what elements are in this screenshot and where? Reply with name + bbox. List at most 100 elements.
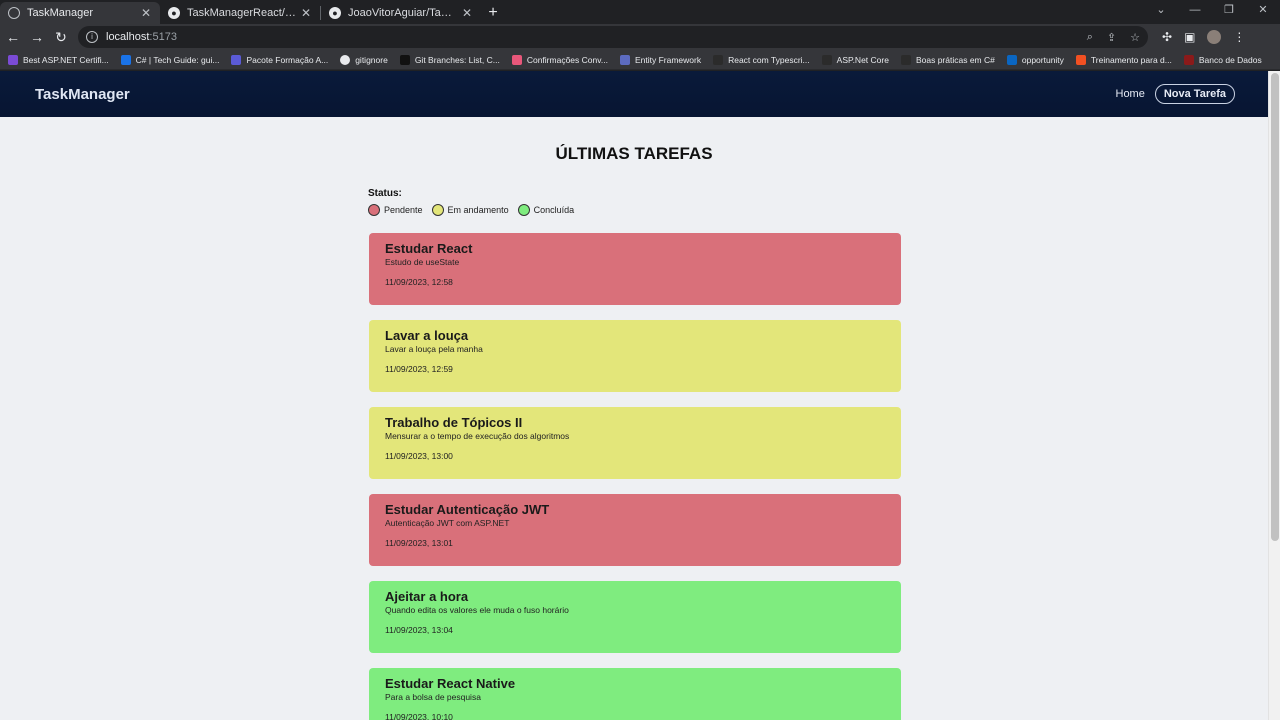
close-icon[interactable]: ✕ (300, 6, 312, 20)
zoom-icon[interactable]: ⌕ (1087, 31, 1093, 44)
bookmark-icon (900, 54, 911, 65)
nav-links: Home Nova Tarefa (1116, 84, 1235, 104)
task-card[interactable]: Estudar React Estudo de useState 11/09/2… (369, 233, 901, 305)
bookmark-icon (8, 54, 18, 65)
bookmark-icon (231, 54, 242, 65)
task-card[interactable]: Estudar React Native Para a bolsa de pes… (369, 668, 901, 720)
nav-home-link[interactable]: Home (1116, 88, 1145, 100)
task-title: Estudar React (385, 241, 473, 256)
url-port: :5173 (149, 31, 177, 43)
task-card[interactable]: Ajeitar a hora Quando edita os valores e… (369, 581, 901, 653)
task-card[interactable]: Lavar a louça Lavar a louça pela manha 1… (369, 320, 901, 392)
close-icon[interactable]: ✕ (461, 6, 473, 20)
task-date: 11/09/2023, 13:00 (385, 451, 453, 461)
back-icon[interactable]: ← (2, 29, 24, 45)
url-host: localhost (106, 31, 150, 43)
close-window-icon[interactable]: ✕ (1246, 0, 1280, 22)
task-date: 11/09/2023, 13:01 (385, 538, 453, 548)
task-date: 11/09/2023, 13:04 (385, 625, 453, 635)
task-description: Estudo de useState (385, 257, 460, 267)
menu-icon[interactable]: ⋮ (1233, 30, 1245, 44)
browser-toolbar: ← → ↻ i localhost :5173 ⌕ ⇪ ☆ ✣ ▣ ⋮ (0, 24, 1280, 50)
brand-logo[interactable]: TaskManager (35, 86, 130, 103)
task-list: Estudar React Estudo de useState 11/09/2… (369, 233, 901, 720)
scrollbar-thumb[interactable] (1271, 73, 1279, 541)
forward-icon[interactable]: → (26, 29, 48, 45)
status-dot (517, 204, 530, 216)
bookmarks-bar: Best ASP.NET Certifi... C# | Tech Guide:… (0, 50, 1280, 70)
browser-tab[interactable]: ● TaskManagerReact/README.md ✕ (160, 2, 320, 24)
task-title: Estudar Autenticação JWT (385, 502, 550, 517)
bookmark-item[interactable]: ASP.Net Core (821, 54, 889, 65)
page-title: ÚLTIMAS TAREFAS (555, 144, 713, 163)
legend-item-em-andamento: Em andamento (431, 204, 509, 216)
task-card[interactable]: Trabalho de Tópicos II Mensurar a o temp… (369, 407, 901, 479)
share-icon[interactable]: ⇪ (1107, 31, 1116, 44)
window-controls: ⌄ — ❐ ✕ (1144, 0, 1280, 22)
side-panel-icon[interactable]: ▣ (1184, 30, 1195, 44)
bookmark-icon (120, 54, 131, 65)
page-scrollbar[interactable] (1268, 71, 1280, 720)
app-navbar: TaskManager Home Nova Tarefa (0, 71, 1268, 117)
extensions-icon[interactable]: ✣ (1162, 30, 1172, 44)
bookmark-item[interactable]: Boas práticas em C# (900, 54, 995, 65)
status-legend: Status: Pendente Em andamento Concluída (368, 188, 583, 216)
bookmark-icon (619, 54, 630, 65)
close-icon[interactable]: ✕ (140, 6, 152, 20)
bookmark-icon (713, 54, 724, 65)
info-icon[interactable]: i (86, 31, 98, 43)
browser-tab[interactable]: ● JoaoVitorAguiar/TaskManagerR ✕ (321, 2, 481, 24)
task-date: 11/09/2023, 10:10 (385, 712, 453, 720)
bookmark-item[interactable]: Best ASP.NET Certifi... (8, 54, 109, 65)
bookmark-icon (1075, 54, 1086, 65)
task-date: 11/09/2023, 12:59 (385, 364, 453, 374)
bookmark-icon (821, 54, 832, 65)
reload-icon[interactable]: ↻ (50, 29, 72, 46)
status-label: Status: (368, 188, 402, 199)
bookmark-item[interactable]: Pacote Formação A... (231, 54, 328, 65)
new-tab-button[interactable]: + (481, 2, 505, 24)
browser-tab[interactable]: TaskManager ✕ (0, 2, 160, 24)
browser-tab-strip: TaskManager ✕ ● TaskManagerReact/README.… (0, 0, 1280, 24)
task-title: Trabalho de Tópicos II (385, 415, 523, 430)
bookmark-icon (511, 54, 522, 65)
address-bar[interactable]: i localhost :5173 ⌕ ⇪ ☆ (78, 26, 1148, 48)
bookmark-item[interactable]: Treinamento para d... (1075, 54, 1172, 65)
tab-search-icon[interactable]: ⌄ (1144, 0, 1178, 22)
task-description: Mensurar a o tempo de execução dos algor… (385, 431, 570, 441)
new-task-button[interactable]: Nova Tarefa (1154, 84, 1235, 104)
github-icon: ● (168, 7, 180, 19)
bookmark-icon (1006, 54, 1017, 65)
globe-icon (8, 7, 20, 19)
bookmark-icon (1183, 54, 1194, 65)
minimize-icon[interactable]: — (1178, 0, 1212, 22)
legend-item-concluida: Concluída (517, 204, 574, 216)
bookmark-icon (340, 54, 351, 65)
bookmark-item[interactable]: gitignore (340, 54, 388, 65)
bookmark-item[interactable]: Git Branches: List, C... (399, 54, 500, 65)
task-description: Autenticação JWT com ASP.NET (385, 518, 510, 528)
bookmark-item[interactable]: Entity Framework (619, 54, 701, 65)
page-viewport: TaskManager Home Nova Tarefa ÚLTIMAS TAR… (0, 71, 1280, 720)
task-description: Para a bolsa de pesquisa (385, 692, 481, 702)
bookmark-item[interactable]: React com Typescri... (713, 54, 810, 65)
task-title: Estudar React Native (385, 676, 516, 691)
star-icon[interactable]: ☆ (1130, 31, 1140, 44)
task-description: Quando edita os valores ele muda o fuso … (385, 605, 569, 615)
legend-list: Pendente Em andamento Concluída (368, 204, 583, 216)
tab-title: TaskManagerReact/README.md (187, 7, 296, 19)
bookmark-item[interactable]: C# | Tech Guide: gui... (120, 54, 219, 65)
avatar[interactable] (1207, 30, 1222, 44)
bookmark-icon (399, 54, 410, 65)
status-dot (431, 204, 444, 216)
maximize-icon[interactable]: ❐ (1212, 0, 1246, 22)
bookmark-item[interactable]: opportunity (1006, 54, 1064, 65)
status-dot (368, 204, 380, 216)
github-icon: ● (329, 7, 341, 19)
tab-title: TaskManager (27, 7, 94, 19)
task-title: Ajeitar a hora (385, 589, 469, 604)
task-card[interactable]: Estudar Autenticação JWT Autenticação JW… (369, 494, 901, 566)
task-title: Lavar a louça (385, 328, 469, 343)
bookmark-item[interactable]: Confirmações Conv... (511, 54, 608, 65)
bookmark-item[interactable]: Banco de Dados (1183, 54, 1262, 65)
